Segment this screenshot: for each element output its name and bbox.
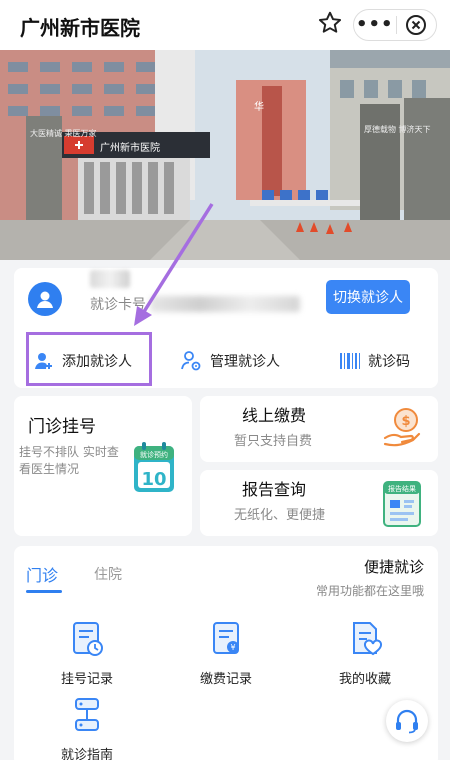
payment-desc: 暂只支持自费 — [234, 434, 313, 449]
gate-right-text: 厚德载物 博济天下 — [364, 124, 431, 134]
more-button[interactable]: ••• — [354, 11, 396, 39]
user-icon — [37, 291, 53, 308]
register-title: 门诊挂号 — [28, 417, 96, 437]
patient-card: 就诊卡号 切换就诊人 添加就诊人 管理就诊人 就诊码 — [14, 268, 438, 388]
tab-outpatient[interactable]: 门诊 — [26, 562, 58, 586]
patient-name-redacted — [90, 270, 130, 288]
svg-text:$: $ — [401, 414, 410, 429]
visit-code-label: 就诊码 — [368, 354, 410, 370]
hospital-banner-image[interactable]: 华 广州新市医院 大医精诚 秉医万家 厚德载物 博济天下 — [0, 50, 450, 260]
report-query-card[interactable]: 报告查询 无纸化、更便捷 报告结果 — [200, 470, 438, 536]
star-icon[interactable] — [317, 10, 343, 36]
headset-icon — [396, 709, 418, 734]
svg-text:¥: ¥ — [230, 643, 235, 652]
my-favorites-label: 我的收藏 — [338, 672, 391, 687]
register-record-button[interactable]: 挂号记录 — [32, 620, 142, 687]
highlight-box — [26, 332, 152, 386]
payment-record-label: 缴费记录 — [199, 672, 252, 687]
manage-patient-button[interactable]: 管理就诊人 — [180, 342, 280, 380]
online-payment-card[interactable]: 线上缴费 暂只支持自费 $ — [200, 396, 438, 462]
register-record-label: 挂号记录 — [60, 672, 113, 687]
close-button[interactable] — [396, 14, 436, 36]
mini-program-capsule: ••• — [353, 9, 437, 41]
card-number-redacted — [150, 296, 300, 312]
favorite-icon — [353, 622, 382, 656]
calendar-number: 10 — [141, 469, 166, 490]
report-title: 报告查询 — [242, 480, 307, 499]
report-desc: 无纸化、更便捷 — [234, 508, 326, 523]
services-panel: 门诊 住院 便捷就诊 常用功能都在这里哦 挂号记录 ¥ 缴费记录 我的收藏 就诊… — [14, 546, 438, 760]
calendar-badge-text: 就诊预约 — [140, 450, 168, 459]
card-number-row: 就诊卡号 — [90, 294, 300, 314]
barcode-icon — [340, 353, 360, 369]
calendar-icon: 就诊预约 10 — [134, 442, 174, 492]
tab-inpatient[interactable]: 住院 — [94, 564, 122, 584]
visit-code-button[interactable]: 就诊码 — [340, 342, 410, 380]
payment-title: 线上缴费 — [242, 406, 307, 425]
payment-record-icon: ¥ — [213, 622, 239, 654]
outpatient-register-card[interactable]: 门诊挂号 挂号不排队 实时查看医生情况 就诊预约 10 — [14, 396, 192, 536]
customer-service-button[interactable] — [386, 700, 428, 742]
gate-left-text: 大医精诚 秉医万家 — [30, 128, 97, 138]
payment-record-button[interactable]: ¥ 缴费记录 — [171, 620, 281, 687]
title-bar: 广州新市医院 ••• — [0, 0, 450, 50]
page-title: 广州新市医院 — [20, 16, 140, 40]
dollar-hand-icon: $ — [383, 408, 421, 447]
avatar[interactable] — [28, 282, 62, 316]
visit-guide-label: 就诊指南 — [60, 748, 113, 760]
close-icon — [406, 15, 427, 35]
quick-visit-subtitle: 常用功能都在这里哦 — [315, 584, 424, 598]
quick-visit-title: 便捷就诊 — [363, 558, 424, 576]
hospital-photo: 华 广州新市医院 大医精诚 秉医万家 厚德载物 博济天下 — [0, 50, 450, 260]
my-favorites-button[interactable]: 我的收藏 — [310, 620, 420, 687]
manage-patient-label: 管理就诊人 — [210, 354, 280, 370]
switch-patient-button[interactable]: 切换就诊人 — [326, 280, 410, 314]
building-sign: 华 — [254, 100, 264, 113]
report-icon: 报告结果 — [383, 481, 421, 527]
visit-guide-button[interactable]: 就诊指南 — [32, 696, 142, 760]
guide-icon — [75, 698, 99, 731]
gate-sign: 广州新市医院 — [100, 141, 160, 154]
register-desc: 挂号不排队 实时查看医生情况 — [19, 445, 119, 476]
register-record-icon — [73, 622, 103, 656]
report-badge-text: 报告结果 — [388, 484, 416, 493]
card-number-label: 就诊卡号 — [90, 297, 146, 313]
manage-user-icon — [181, 351, 201, 371]
active-tab-indicator — [26, 590, 62, 593]
